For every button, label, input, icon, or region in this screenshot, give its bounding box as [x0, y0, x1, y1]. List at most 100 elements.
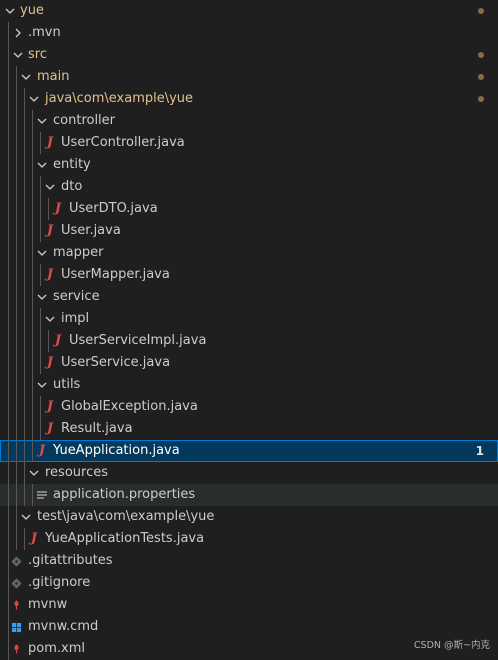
- tree-item-user-java[interactable]: J User.java: [0, 220, 498, 242]
- watermark: CSDN @斯~内克: [413, 640, 490, 651]
- problem-count-badge: 1: [475, 444, 484, 458]
- tree-item-label: UserDTO.java: [69, 201, 158, 216]
- tree-item-label: UserService.java: [61, 355, 171, 370]
- properties-file-icon: [34, 484, 50, 506]
- chevron-down-icon[interactable]: [42, 308, 58, 330]
- tree-item-mapper[interactable]: mapper: [0, 242, 498, 264]
- windows-icon: [8, 616, 24, 638]
- tree-item-yue-application-java[interactable]: J YueApplication.java 1: [0, 440, 498, 462]
- tree-item-label: service: [53, 289, 100, 304]
- tree-item-user-service-impl-java[interactable]: J UserServiceImpl.java: [0, 330, 498, 352]
- indent-guide: [32, 374, 33, 396]
- tree-item-label: UserController.java: [61, 135, 185, 150]
- tree-item-gitignore[interactable]: .gitignore: [0, 572, 498, 594]
- indent-guide: [24, 220, 25, 242]
- indent-guide: [24, 264, 25, 286]
- indent-guide: [8, 88, 9, 110]
- indent-guide: [32, 110, 33, 132]
- tree-item-main[interactable]: main: [0, 66, 498, 88]
- indent-guide: [8, 308, 9, 330]
- indent-guide: [24, 484, 25, 506]
- tree-item-src[interactable]: src: [0, 44, 498, 66]
- tree-item-test-package[interactable]: test\java\com\example\yue: [0, 506, 498, 528]
- tree-item-entity[interactable]: entity: [0, 154, 498, 176]
- indent-guide: [8, 528, 9, 550]
- tree-item-label: dto: [61, 179, 83, 194]
- chevron-down-icon[interactable]: [26, 88, 42, 110]
- indent-guide: [32, 198, 33, 220]
- tree-item-global-exception-java[interactable]: J GlobalException.java: [0, 396, 498, 418]
- tree-item-resources[interactable]: resources: [0, 462, 498, 484]
- tree-item-result-java[interactable]: J Result.java: [0, 418, 498, 440]
- maven-feather-icon: [8, 594, 24, 616]
- tree-item-label: mvnw: [28, 597, 68, 612]
- indent-guide: [8, 418, 9, 440]
- chevron-down-icon[interactable]: [18, 506, 34, 528]
- chevron-down-icon[interactable]: [42, 176, 58, 198]
- chevron-down-icon[interactable]: [34, 286, 50, 308]
- tree-item-service[interactable]: service: [0, 286, 498, 308]
- tree-item-label: UserServiceImpl.java: [69, 333, 207, 348]
- indent-guide: [16, 528, 17, 550]
- indent-guide: [40, 418, 41, 440]
- indent-guide: [40, 132, 41, 154]
- indent-guide: [40, 264, 41, 286]
- tree-item-label: java\com\example\yue: [45, 91, 194, 106]
- indent-guide: [24, 462, 25, 484]
- tree-item-label: entity: [53, 157, 91, 172]
- tree-item-gitattributes[interactable]: .gitattributes: [0, 550, 498, 572]
- indent-guide: [24, 308, 25, 330]
- indent-guide: [8, 66, 9, 88]
- tree-item-mvn-folder[interactable]: .mvn: [0, 22, 498, 44]
- indent-guide: [24, 352, 25, 374]
- tree-item-user-service-java[interactable]: J UserService.java: [0, 352, 498, 374]
- tree-item-label: mapper: [53, 245, 104, 260]
- chevron-down-icon[interactable]: [2, 0, 18, 22]
- chevron-down-icon[interactable]: [34, 154, 50, 176]
- java-file-icon: J: [30, 531, 38, 546]
- tree-item-yue-application-tests-java[interactable]: J YueApplicationTests.java: [0, 528, 498, 550]
- tree-item-mvnw[interactable]: mvnw: [0, 594, 498, 616]
- java-file-icon: J: [46, 355, 54, 370]
- indent-guide: [8, 440, 9, 462]
- java-file-icon: J: [38, 443, 46, 458]
- tree-item-java-package[interactable]: java\com\example\yue: [0, 88, 498, 110]
- chevron-right-icon[interactable]: [10, 22, 26, 44]
- tree-item-dto[interactable]: dto: [0, 176, 498, 198]
- chevron-down-icon[interactable]: [34, 242, 50, 264]
- indent-guide: [16, 154, 17, 176]
- indent-guide: [32, 330, 33, 352]
- indent-guide: [24, 242, 25, 264]
- tree-item-controller[interactable]: controller: [0, 110, 498, 132]
- indent-guide: [40, 198, 41, 220]
- tree-item-label: resources: [45, 465, 109, 480]
- tree-item-impl[interactable]: impl: [0, 308, 498, 330]
- chevron-down-icon[interactable]: [26, 462, 42, 484]
- tree-item-user-mapper-java[interactable]: J UserMapper.java: [0, 264, 498, 286]
- indent-guide: [16, 484, 17, 506]
- indent-guide: [24, 374, 25, 396]
- chevron-down-icon[interactable]: [18, 66, 34, 88]
- indent-guide: [40, 352, 41, 374]
- tree-item-label: controller: [53, 113, 116, 128]
- indent-guide: [48, 198, 49, 220]
- modified-indicator: [478, 74, 484, 80]
- tree-item-mvnw-cmd[interactable]: mvnw.cmd: [0, 616, 498, 638]
- indent-guide: [8, 154, 9, 176]
- indent-guide: [16, 132, 17, 154]
- chevron-down-icon[interactable]: [34, 110, 50, 132]
- chevron-down-icon[interactable]: [34, 374, 50, 396]
- tree-item-application-properties[interactable]: application.properties: [0, 484, 498, 506]
- tree-item-label: yue: [20, 3, 44, 18]
- git-file-icon: [8, 550, 24, 572]
- indent-guide: [8, 198, 9, 220]
- tree-item-user-dto-java[interactable]: J UserDTO.java: [0, 198, 498, 220]
- indent-guide: [8, 462, 9, 484]
- chevron-down-icon[interactable]: [10, 44, 26, 66]
- tree-item-user-controller-java[interactable]: J UserController.java: [0, 132, 498, 154]
- indent-guide: [32, 308, 33, 330]
- tree-item-yue[interactable]: yue: [0, 0, 498, 22]
- tree-item-label: application.properties: [53, 487, 196, 502]
- indent-guide: [16, 242, 17, 264]
- tree-item-utils[interactable]: utils: [0, 374, 498, 396]
